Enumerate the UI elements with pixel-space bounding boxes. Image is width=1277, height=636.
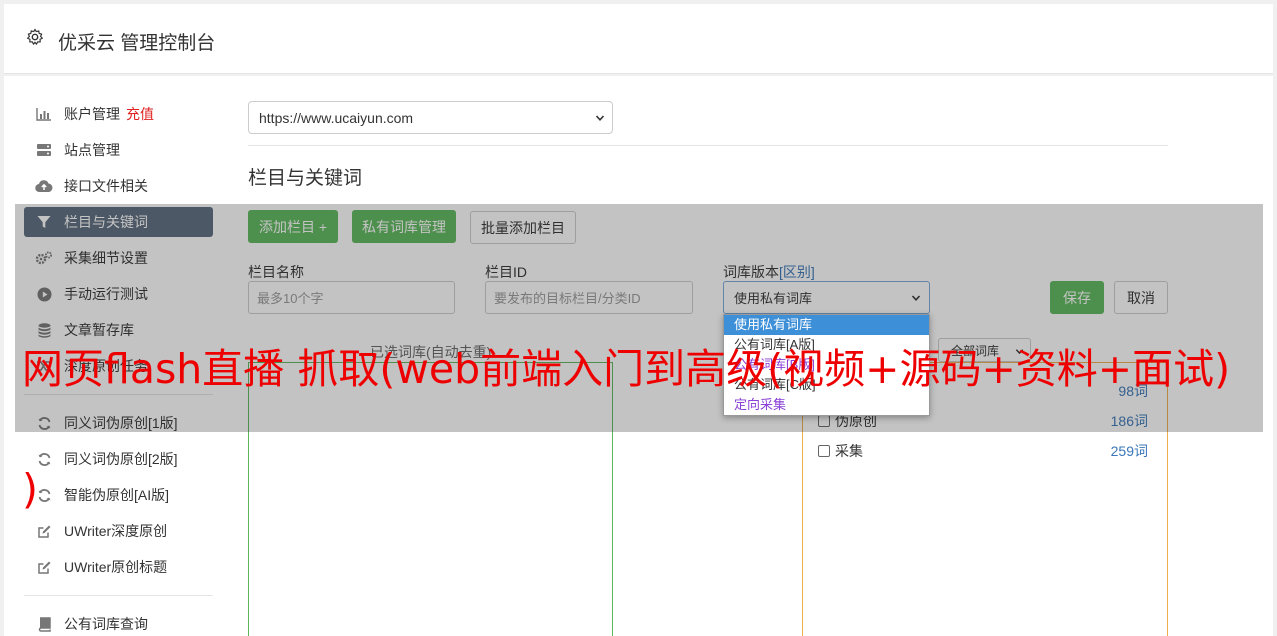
sidebar-item-label: 同义词伪原创[2版] bbox=[64, 451, 178, 467]
column-name-input[interactable]: 最多10个字 bbox=[248, 281, 455, 314]
sidebar-item-account[interactable]: 账户管理 充值 bbox=[24, 99, 213, 129]
sidebar-item-label: 手动运行测试 bbox=[64, 286, 148, 302]
checkbox[interactable] bbox=[818, 415, 830, 427]
checkbox[interactable] bbox=[818, 445, 830, 457]
database-icon bbox=[35, 322, 53, 338]
watermark-title-tail: ) bbox=[22, 465, 38, 513]
batch-add-button[interactable]: 批量添加栏目 bbox=[470, 211, 576, 244]
column-id-input[interactable]: 要发布的目标栏目/分类ID bbox=[485, 281, 693, 314]
sidebar-item-synonym-v1[interactable]: 同义词伪原创[1版] bbox=[24, 408, 213, 438]
sidebar-item-sites[interactable]: 站点管理 bbox=[24, 135, 213, 165]
lib-count: 259词 bbox=[1110, 443, 1148, 459]
sidebar-item-label: 站点管理 bbox=[64, 142, 120, 158]
add-column-button[interactable]: 添加栏目 + bbox=[248, 210, 338, 243]
version-label-text: 词库版本 bbox=[723, 264, 779, 280]
gear-icon bbox=[27, 28, 43, 45]
sidebar-item-label: 栏目与关键词 bbox=[64, 214, 148, 230]
sidebar-item-columns-keywords[interactable]: 栏目与关键词 bbox=[24, 207, 213, 237]
lib-count: 186词 bbox=[1110, 413, 1148, 429]
site-select-value: https://www.ucaiyun.com bbox=[259, 109, 414, 126]
sidebar-item-label: 采集细节设置 bbox=[64, 250, 148, 266]
version-select[interactable]: 使用私有词库 bbox=[723, 281, 930, 314]
edit-icon bbox=[35, 523, 53, 539]
version-label: 词库版本[区别] bbox=[723, 262, 815, 282]
version-diff-link[interactable]: [区别] bbox=[779, 264, 815, 280]
version-select-value: 使用私有词库 bbox=[734, 291, 813, 306]
sidebar-item-synonym-v2[interactable]: 同义词伪原创[2版] bbox=[24, 444, 213, 474]
sidebar-item-interface-files[interactable]: 接口文件相关 bbox=[24, 171, 213, 201]
sidebar-item-label: UWriter原创标题 bbox=[64, 559, 168, 575]
sidebar-divider bbox=[24, 595, 213, 596]
save-button[interactable]: 保存 bbox=[1050, 281, 1104, 314]
app-header: 优采云 管理控制台 bbox=[4, 4, 1273, 74]
sidebar-item-manual-run[interactable]: 手动运行测试 bbox=[24, 279, 213, 309]
sidebar-item-collection-settings[interactable]: 采集细节设置 bbox=[24, 243, 213, 273]
sidebar-item-public-lib-query[interactable]: 公有词库查询 bbox=[24, 609, 213, 636]
watermark-title: 网页flash直播 抓取(web前端入门到高级(视频+源码+资料+面试) bbox=[22, 345, 1231, 393]
sidebar-item-label: 同义词伪原创[1版] bbox=[64, 415, 178, 431]
chevron-down-icon bbox=[595, 115, 605, 121]
refresh-icon bbox=[35, 415, 53, 431]
list-item[interactable]: 采集 259词 bbox=[818, 441, 1148, 461]
filter-icon bbox=[35, 214, 53, 230]
edit-icon bbox=[35, 559, 53, 575]
sidebar-item-label: 接口文件相关 bbox=[64, 178, 148, 194]
sidebar-item-label: 公有词库查询 bbox=[64, 616, 148, 632]
lib-label: 采集 bbox=[835, 443, 863, 459]
page: 优采云 管理控制台 账户管理 充值 站点管理 接口文件相关 栏目与关键词 采集细… bbox=[0, 0, 1277, 636]
cogs-icon bbox=[35, 250, 53, 266]
app-title: 优采云 管理控制台 bbox=[58, 33, 216, 54]
bar-chart-icon bbox=[35, 106, 53, 122]
sidebar-item-ai-rewrite[interactable]: 智能伪原创[AI版] bbox=[24, 480, 213, 510]
sidebar-item-label: 账户管理 bbox=[64, 106, 120, 122]
cancel-button[interactable]: 取消 bbox=[1114, 281, 1168, 314]
sidebar-item-uwriter-deep[interactable]: UWriter深度原创 bbox=[24, 516, 213, 546]
chevron-down-icon bbox=[911, 295, 921, 301]
dropdown-option[interactable]: 使用私有词库 bbox=[724, 315, 929, 335]
site-select[interactable]: https://www.ucaiyun.com bbox=[248, 101, 613, 134]
column-name-label: 栏目名称 bbox=[248, 264, 304, 280]
sidebar-item-label: UWriter深度原创 bbox=[64, 523, 168, 539]
sidebar-item-label: 文章暂存库 bbox=[64, 322, 134, 338]
sidebar-item-uwriter-title[interactable]: UWriter原创标题 bbox=[24, 552, 213, 582]
sidebar-item-label: 智能伪原创[AI版] bbox=[64, 487, 170, 503]
server-icon bbox=[35, 142, 53, 158]
divider bbox=[248, 145, 1168, 146]
selected-lib-box[interactable] bbox=[248, 362, 613, 636]
private-lib-button[interactable]: 私有词库管理 bbox=[352, 210, 456, 243]
column-id-label: 栏目ID bbox=[485, 264, 527, 280]
section-title: 栏目与关键词 bbox=[248, 168, 363, 189]
cloud-upload-icon bbox=[35, 178, 53, 194]
book-icon bbox=[35, 616, 53, 632]
recharge-link[interactable]: 充值 bbox=[126, 104, 154, 124]
dropdown-option[interactable]: 定向采集 bbox=[724, 395, 929, 415]
play-circle-icon bbox=[35, 286, 53, 302]
